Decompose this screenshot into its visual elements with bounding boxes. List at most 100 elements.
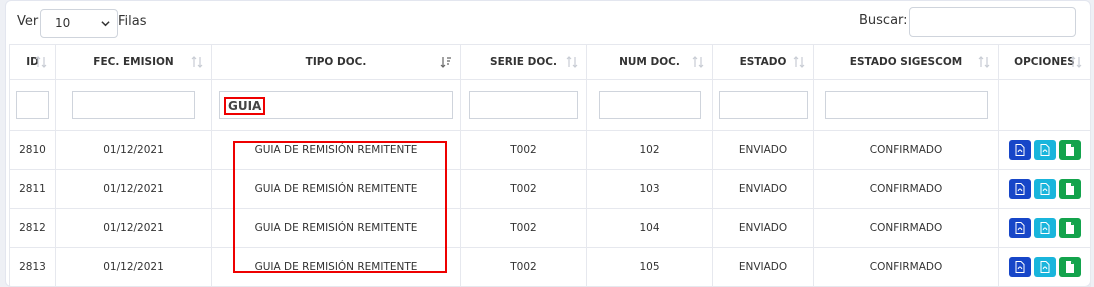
- filter-row: GUIA: [9, 79, 1091, 131]
- pdf-button[interactable]: [1008, 257, 1031, 277]
- cell-tipo: GUIA DE REMISIÓN REMITENTE: [211, 208, 461, 248]
- ver-label: Ver: [17, 14, 39, 29]
- filter-serie-doc-input[interactable]: [469, 91, 578, 119]
- filter-num-doc-input[interactable]: [598, 91, 701, 119]
- sort-icon: [566, 56, 578, 68]
- filas-label: Filas: [118, 14, 147, 29]
- documents-table: ID FEC. EMISION TIPO DOC. SERIE DOC. NUM DOC…: [9, 44, 1091, 287]
- search-label: Buscar:: [859, 13, 908, 28]
- cell-opciones: [998, 208, 1091, 248]
- row-actions: [999, 140, 1090, 160]
- pdf-button[interactable]: [1008, 218, 1031, 238]
- xml-file-icon: [1040, 183, 1049, 195]
- table-row: 2811 01/12/2021 GUIA DE REMISIÓN REMITENTE…: [9, 169, 1091, 209]
- column-header-label: OPCIONES: [1014, 56, 1075, 68]
- pdf-icon: [1015, 222, 1024, 234]
- column-header-label: FEC. EMISION: [93, 56, 174, 68]
- cell-sigescom: CONFIRMADO: [813, 208, 999, 248]
- cell-id: 2811: [9, 169, 56, 209]
- sort-icon: [793, 56, 805, 68]
- cell-id: 2812: [9, 208, 56, 248]
- xml-button[interactable]: [1033, 140, 1056, 160]
- cell-opciones: [998, 247, 1091, 287]
- table-row: 2810 01/12/2021 GUIA DE REMISIÓN REMITENTE…: [9, 130, 1091, 170]
- cell-estado: ENVIADO: [712, 247, 814, 287]
- cell-num: 102: [586, 130, 713, 170]
- sort-icon: [692, 56, 704, 68]
- sort-icon: [1070, 56, 1082, 68]
- pdf-icon: [1015, 144, 1024, 156]
- cell-sigescom: CONFIRMADO: [813, 130, 999, 170]
- sort-icon: [978, 56, 990, 68]
- column-header-estado[interactable]: ESTADO: [712, 44, 814, 80]
- column-header-label: ESTADO: [739, 56, 787, 68]
- cell-opciones: [998, 169, 1091, 209]
- cell-serie: T002: [460, 130, 587, 170]
- chevron-down-icon: [101, 21, 110, 27]
- data-table-card: Ver 10 Filas Buscar: ID FEC. EMISION TIPO …: [5, 0, 1091, 287]
- sort-icon: [191, 56, 203, 68]
- cell-serie: T002: [460, 208, 587, 248]
- table-row: 2813 01/12/2021 GUIA DE REMISIÓN REMITENTE…: [9, 247, 1091, 287]
- document-button[interactable]: [1058, 179, 1081, 199]
- document-button[interactable]: [1058, 218, 1081, 238]
- pdf-icon: [1015, 261, 1024, 273]
- search-input[interactable]: [909, 7, 1076, 37]
- xml-file-icon: [1040, 261, 1049, 273]
- document-icon: [1065, 261, 1074, 273]
- cell-tipo: GUIA DE REMISIÓN REMITENTE: [211, 169, 461, 209]
- column-header-fec-emision[interactable]: FEC. EMISION: [55, 44, 212, 80]
- column-header-estado-sigescom[interactable]: ESTADO SIGESCOM: [813, 44, 999, 80]
- xml-button[interactable]: [1033, 179, 1056, 199]
- pdf-button[interactable]: [1008, 140, 1031, 160]
- table-body: 2810 01/12/2021 GUIA DE REMISIÓN REMITENTE…: [9, 130, 1091, 287]
- cell-fec: 01/12/2021: [55, 208, 212, 248]
- filter-tipo-doc-input[interactable]: GUIA: [219, 91, 453, 119]
- filter-id-input[interactable]: [16, 91, 49, 119]
- filter-fec-emision-input[interactable]: [72, 91, 195, 119]
- cell-fec: 01/12/2021: [55, 247, 212, 287]
- page-length-select[interactable]: 10: [40, 9, 118, 38]
- cell-fec: 01/12/2021: [55, 130, 212, 170]
- cell-fec: 01/12/2021: [55, 169, 212, 209]
- column-header-label: TIPO DOC.: [305, 56, 367, 68]
- column-header-label: ESTADO SIGESCOM: [849, 56, 963, 68]
- row-actions: [999, 257, 1090, 277]
- document-icon: [1065, 183, 1074, 195]
- cell-num: 103: [586, 169, 713, 209]
- xml-button[interactable]: [1033, 257, 1056, 277]
- row-actions: [999, 179, 1090, 199]
- table-toolbar: Ver 10 Filas Buscar:: [6, 1, 1090, 41]
- sort-icon: [35, 56, 47, 68]
- column-header-serie-doc[interactable]: SERIE DOC.: [460, 44, 587, 80]
- pdf-icon: [1015, 183, 1024, 195]
- document-button[interactable]: [1058, 257, 1081, 277]
- filter-estado-input[interactable]: [718, 91, 808, 119]
- column-header-opciones[interactable]: OPCIONES: [998, 44, 1091, 80]
- cell-num: 105: [586, 247, 713, 287]
- xml-button[interactable]: [1033, 218, 1056, 238]
- header-row: ID FEC. EMISION TIPO DOC. SERIE DOC. NUM DOC…: [9, 44, 1091, 80]
- xml-file-icon: [1040, 222, 1049, 234]
- cell-estado: ENVIADO: [712, 130, 814, 170]
- table-row: 2812 01/12/2021 GUIA DE REMISIÓN REMITENTE…: [9, 208, 1091, 248]
- column-header-tipo-doc[interactable]: TIPO DOC.: [211, 44, 461, 80]
- cell-serie: T002: [460, 247, 587, 287]
- column-header-num-doc[interactable]: NUM DOC.: [586, 44, 713, 80]
- cell-sigescom: CONFIRMADO: [813, 169, 999, 209]
- row-actions: [999, 218, 1090, 238]
- cell-sigescom: CONFIRMADO: [813, 247, 999, 287]
- cell-id: 2810: [9, 130, 56, 170]
- filter-tipo-doc-value: GUIA: [224, 97, 266, 115]
- document-button[interactable]: [1058, 140, 1081, 160]
- cell-estado: ENVIADO: [712, 169, 814, 209]
- column-header-id[interactable]: ID: [9, 44, 56, 80]
- pdf-button[interactable]: [1008, 179, 1031, 199]
- sort-descending-icon: [440, 57, 451, 68]
- xml-file-icon: [1040, 144, 1049, 156]
- column-header-label: SERIE DOC.: [490, 56, 557, 68]
- filter-estado-sigescom-input[interactable]: [824, 91, 988, 119]
- page-length-value: 10: [55, 16, 71, 30]
- cell-tipo: GUIA DE REMISIÓN REMITENTE: [211, 247, 461, 287]
- document-icon: [1065, 222, 1074, 234]
